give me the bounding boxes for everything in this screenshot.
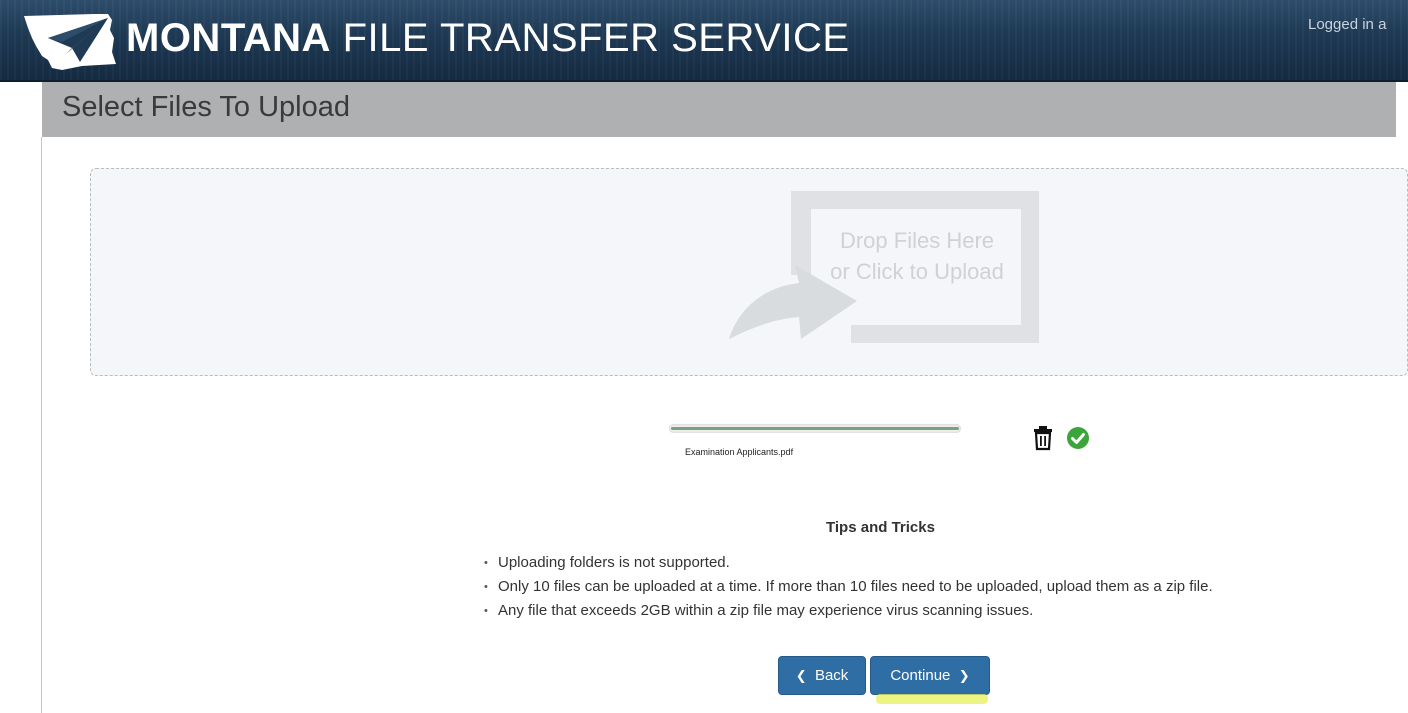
- drop-instructions: Drop Files Here or Click to Upload: [824, 225, 1010, 287]
- chevron-left-icon: ❮: [795, 667, 807, 683]
- brand-bold: MONTANA: [126, 16, 331, 60]
- brand-light: FILE TRANSFER SERVICE: [342, 16, 850, 60]
- logged-in-text: Logged in a: [1308, 16, 1387, 33]
- tips-heading: Tips and Tricks: [826, 519, 935, 536]
- file-drop-zone[interactable]: Drop Files Here or Click to Upload: [90, 168, 1408, 376]
- trash-icon[interactable]: [1032, 425, 1054, 451]
- page-title-bar: Select Files To Upload: [42, 82, 1396, 137]
- upload-progress-fill: [671, 427, 959, 430]
- montana-logo-icon[interactable]: [22, 8, 122, 74]
- tip-item: Only 10 files can be uploaded at a time.…: [484, 575, 1213, 599]
- header-banner: MONTANA FILE TRANSFER SERVICE Logged in …: [0, 0, 1408, 82]
- continue-highlight-mark: [876, 694, 988, 704]
- tip-item: Any file that exceeds 2GB within a zip f…: [484, 599, 1213, 623]
- left-divider: [41, 137, 42, 713]
- uploaded-file-name: Examination Applicants.pdf: [685, 447, 794, 457]
- continue-label: Continue: [890, 667, 951, 684]
- check-circle-icon: [1066, 426, 1090, 450]
- back-label: Back: [814, 667, 849, 684]
- drop-line-1: Drop Files Here: [839, 228, 995, 253]
- site-brand[interactable]: MONTANA FILE TRANSFER SERVICE: [126, 16, 850, 61]
- back-button[interactable]: ❮ Back: [778, 656, 866, 695]
- upload-progress-bar: [669, 424, 961, 433]
- drop-line-2: or Click to Upload: [830, 259, 1004, 284]
- tips-list: Uploading folders is not supported. Only…: [484, 551, 1213, 623]
- tip-item: Uploading folders is not supported.: [484, 551, 1213, 575]
- page-title: Select Files To Upload: [62, 91, 351, 123]
- page: MONTANA FILE TRANSFER SERVICE Logged in …: [0, 0, 1408, 713]
- chevron-right-icon: ❯: [958, 667, 970, 683]
- continue-button[interactable]: Continue ❯: [870, 656, 990, 695]
